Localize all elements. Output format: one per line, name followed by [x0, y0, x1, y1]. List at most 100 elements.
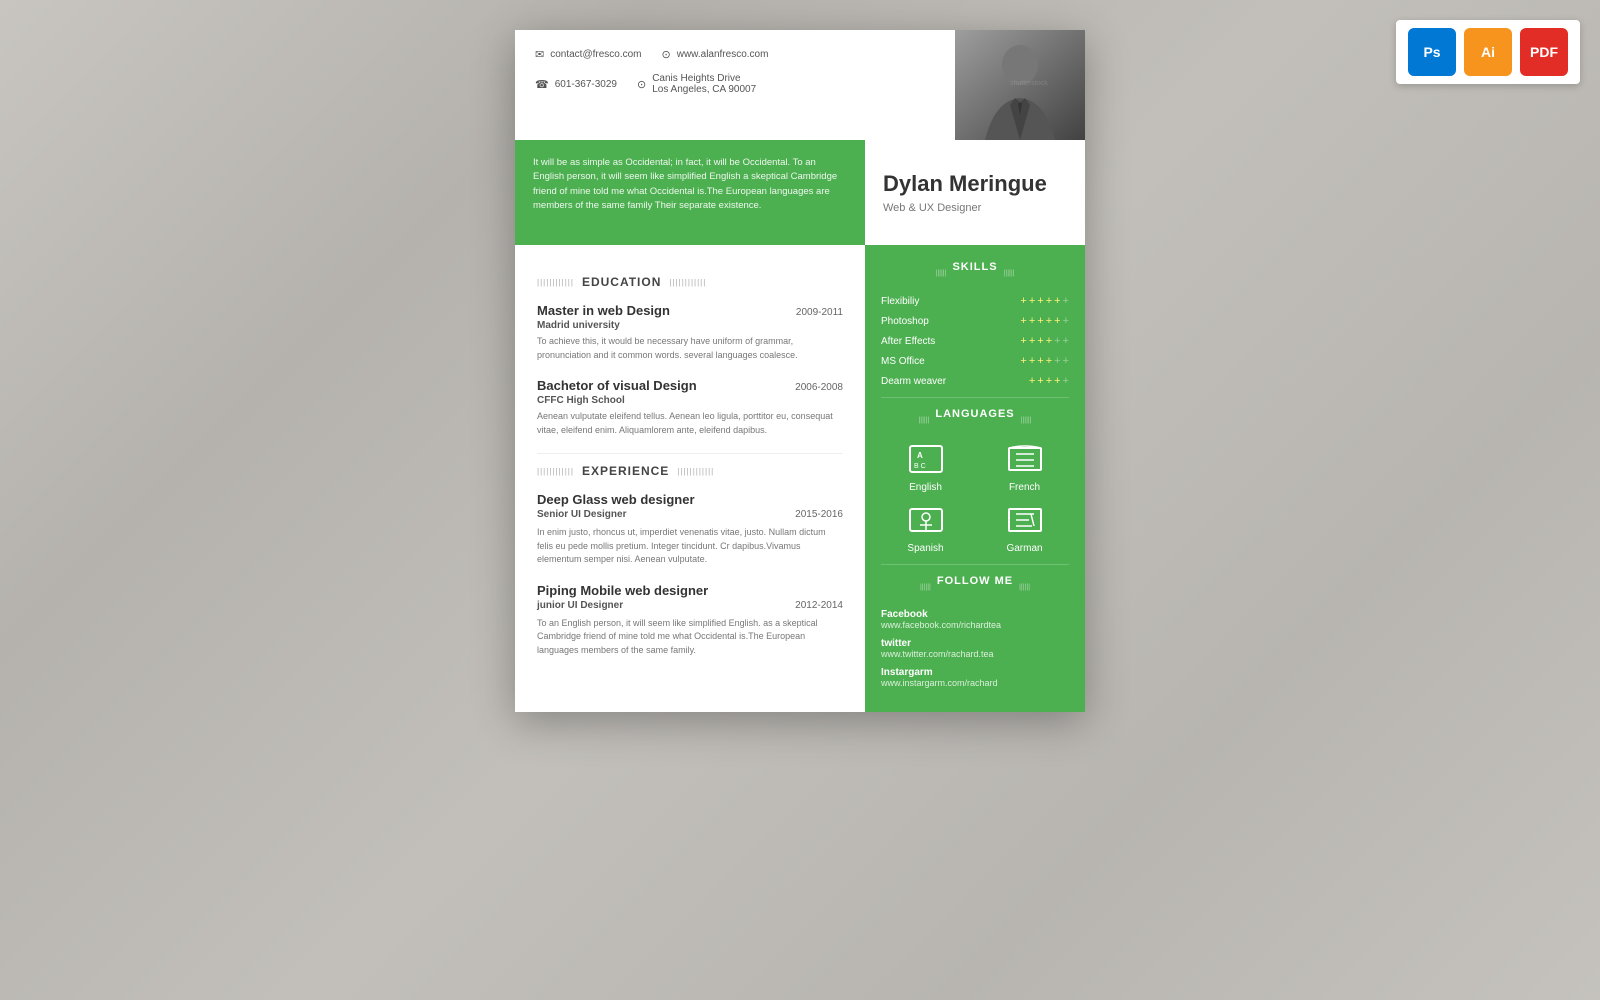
- follow-item-1: twitter www.twitter.com/rachard.tea: [881, 638, 1069, 659]
- bio-section: It will be as simple as Occidental; in f…: [515, 140, 1085, 245]
- lang-label-french: French: [1009, 482, 1040, 493]
- illustrator-button[interactable]: Ai: [1464, 28, 1512, 76]
- svg-text:shutterstock: shutterstock: [1010, 80, 1048, 87]
- location-icon: ⊙: [637, 78, 646, 91]
- edu-school-2: CFFC High School: [537, 395, 843, 406]
- star-1: +: [1020, 295, 1026, 307]
- star-2: +: [1029, 295, 1035, 307]
- profile-photo: shutterstock: [955, 30, 1085, 140]
- star-5: +: [1054, 295, 1060, 307]
- edu-desc-2: Aenean vulputate eleifend tellus. Aenean…: [537, 410, 843, 437]
- languages-grid: A B C English F: [881, 442, 1069, 554]
- ai-label: Ai: [1481, 44, 1495, 60]
- edu-dots-left: ||||||||||||: [537, 278, 574, 287]
- pdf-label: PDF: [1530, 44, 1558, 60]
- lang-sep: [881, 564, 1069, 565]
- edu-degree-1: Master in web Design: [537, 303, 670, 318]
- follow-platform-2: Instargarm: [881, 667, 1069, 678]
- skills-title: SKILLS: [952, 261, 997, 273]
- exp-company-1: Deep Glass web designer: [537, 492, 695, 507]
- follow-title: FOLLOW ME: [937, 575, 1013, 587]
- content-right: |||||| SKILLS |||||| Flexibiliy + + + + …: [865, 245, 1085, 712]
- photoshop-button[interactable]: Ps: [1408, 28, 1456, 76]
- education-title: EDUCATION: [582, 275, 661, 289]
- follow-platform-0: Facebook: [881, 609, 1069, 620]
- french-icon: [1007, 442, 1043, 478]
- skill-name-0: Flexibiliy: [881, 296, 919, 307]
- follow-platform-1: twitter: [881, 638, 1069, 649]
- edu-title-row-1: Master in web Design 2009-2011: [537, 303, 843, 318]
- skills-section: |||||| SKILLS |||||| Flexibiliy + + + + …: [881, 261, 1069, 387]
- skill-stars-3: + + + + + +: [1020, 355, 1069, 367]
- exp-title-row-2: Piping Mobile web designer: [537, 583, 843, 598]
- phone-icon: ☎: [535, 78, 549, 91]
- exp-desc-2: To an English person, it will seem like …: [537, 617, 843, 658]
- skill-stars-1: + + + + + +: [1020, 315, 1069, 327]
- phone-value: 601-367-3029: [555, 79, 617, 90]
- languages-section: |||||| LANGUAGES |||||| A B C English: [881, 408, 1069, 554]
- section-divider: [537, 453, 843, 454]
- star-6: +: [1063, 295, 1069, 307]
- skill-row-3: MS Office + + + + + +: [881, 355, 1069, 367]
- pdf-button[interactable]: PDF: [1520, 28, 1568, 76]
- exp-position-1: Senior UI Designer: [537, 509, 626, 520]
- exp-title-row-1: Deep Glass web designer: [537, 492, 843, 507]
- skills-dots-left: ||||||: [936, 270, 947, 277]
- contact-row-2: ☎ 601-367-3029 ⊙ Canis Heights Drive Los…: [535, 73, 935, 95]
- follow-item-0: Facebook www.facebook.com/richardtea: [881, 609, 1069, 630]
- svg-text:A: A: [917, 451, 923, 460]
- education-title-row: |||||||||||| EDUCATION ||||||||||||: [537, 275, 843, 289]
- follow-dots-left: ||||||: [920, 584, 931, 591]
- exp-year-2: 2012-2014: [795, 600, 843, 611]
- skill-row-0: Flexibiliy + + + + + +: [881, 295, 1069, 307]
- lang-dots-right: ||||||: [1021, 417, 1032, 424]
- ps-label: Ps: [1423, 44, 1440, 60]
- edu-degree-2: Bachetor of visual Design: [537, 378, 697, 393]
- skill-name-3: MS Office: [881, 356, 925, 367]
- edu-dots-right: ||||||||||||: [669, 278, 706, 287]
- german-icon: [1007, 503, 1043, 539]
- experience-item-1: Deep Glass web designer Senior UI Design…: [537, 492, 843, 567]
- exp-dots-left: ||||||||||||: [537, 467, 574, 476]
- resume-card: ✉ contact@fresco.com ⊙ www.alanfresco.co…: [515, 30, 1085, 712]
- contact-row-1: ✉ contact@fresco.com ⊙ www.alanfresco.co…: [535, 48, 935, 61]
- location-line1: Canis Heights Drive: [652, 73, 756, 84]
- email-icon: ✉: [535, 48, 544, 61]
- lang-item-english: A B C English: [881, 442, 970, 493]
- skills-sep: [881, 397, 1069, 398]
- resume-header: ✉ contact@fresco.com ⊙ www.alanfresco.co…: [515, 30, 1085, 140]
- skill-stars-4: + + + + +: [1029, 375, 1069, 387]
- skill-name-4: Dearm weaver: [881, 376, 946, 387]
- edu-year-1: 2009-2011: [796, 307, 843, 318]
- experience-item-2: Piping Mobile web designer junior UI Des…: [537, 583, 843, 658]
- edu-title-row-2: Bachetor of visual Design 2006-2008: [537, 378, 843, 393]
- svg-text:B C: B C: [914, 463, 926, 470]
- exp-dots-right: ||||||||||||: [677, 467, 714, 476]
- bio-text: It will be as simple as Occidental; in f…: [515, 140, 865, 245]
- education-item-2: Bachetor of visual Design 2006-2008 CFFC…: [537, 378, 843, 437]
- location-value: Canis Heights Drive Los Angeles, CA 9000…: [652, 73, 756, 95]
- lang-label-german: Garman: [1006, 543, 1042, 554]
- languages-title: LANGUAGES: [935, 408, 1014, 420]
- skill-name-1: Photoshop: [881, 316, 929, 327]
- web-icon: ⊙: [662, 48, 671, 61]
- lang-dots-left: ||||||: [918, 417, 929, 424]
- lang-item-french: French: [980, 442, 1069, 493]
- lang-item-spanish: Spanish: [881, 503, 970, 554]
- lang-item-german: Garman: [980, 503, 1069, 554]
- exp-pos-row-2: junior UI Designer 2012-2014: [537, 600, 843, 615]
- experience-title-row: |||||||||||| EXPERIENCE ||||||||||||: [537, 464, 843, 478]
- exp-desc-1: In enim justo, rhoncus ut, imperdiet ven…: [537, 526, 843, 567]
- follow-section: |||||| FOLLOW ME |||||| Facebook www.fac…: [881, 575, 1069, 688]
- languages-title-row: |||||| LANGUAGES ||||||: [881, 408, 1069, 432]
- follow-title-row: |||||| FOLLOW ME ||||||: [881, 575, 1069, 599]
- edu-school-1: Madrid university: [537, 320, 843, 331]
- edu-desc-1: To achieve this, it would be necessary h…: [537, 335, 843, 362]
- contact-section: ✉ contact@fresco.com ⊙ www.alanfresco.co…: [515, 30, 955, 140]
- skills-title-row: |||||| SKILLS ||||||: [881, 261, 1069, 285]
- lang-label-spanish: Spanish: [907, 543, 943, 554]
- skill-row-4: Dearm weaver + + + + +: [881, 375, 1069, 387]
- skill-stars-0: + + + + + +: [1020, 295, 1069, 307]
- skills-dots-right: ||||||: [1004, 270, 1015, 277]
- website-contact: ⊙ www.alanfresco.com: [662, 48, 769, 61]
